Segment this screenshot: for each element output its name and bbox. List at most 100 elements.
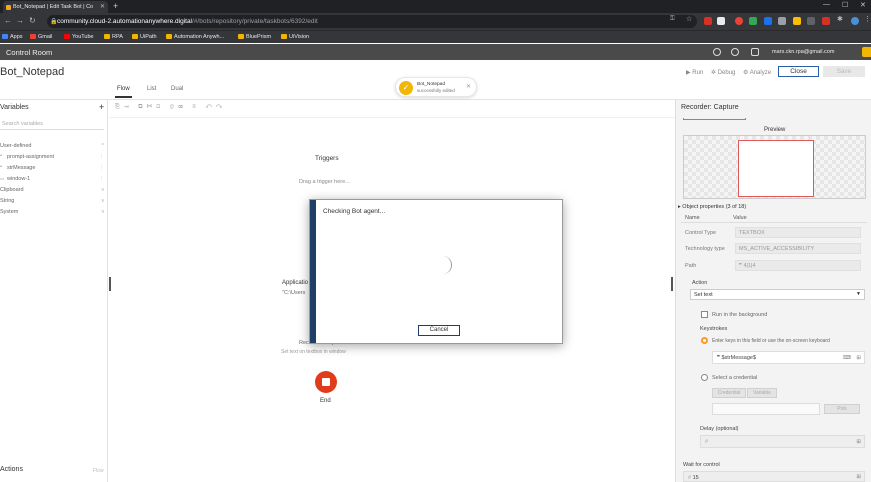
variable-picker-icon[interactable]: ⊞ bbox=[856, 355, 861, 361]
redo-icon[interactable]: ↷ bbox=[216, 104, 226, 110]
left-panel-resize-handle[interactable] bbox=[109, 277, 111, 291]
tab-close-icon[interactable]: ✕ bbox=[100, 3, 105, 10]
chevron-down-icon: v bbox=[101, 187, 105, 193]
indent-icon[interactable]: ⇥ bbox=[124, 104, 133, 110]
insert-icon[interactable]: ⎘ bbox=[115, 104, 124, 110]
run-button[interactable]: ▶ Run bbox=[686, 69, 703, 76]
save-button[interactable]: Save bbox=[823, 66, 865, 77]
comment-icon[interactable]: ≡ bbox=[192, 104, 200, 110]
section-clipboard[interactable]: Clipboard v bbox=[0, 187, 104, 193]
disable-icon[interactable]: ⊘ bbox=[170, 104, 178, 110]
bookmark-youtube[interactable]: YouTube bbox=[64, 34, 94, 40]
variable-tab[interactable]: Variable bbox=[747, 388, 777, 398]
credential-tab[interactable]: Credential bbox=[712, 388, 746, 398]
app-title[interactable]: Control Room bbox=[6, 48, 52, 57]
profile-avatar[interactable] bbox=[851, 17, 859, 25]
forward-icon[interactable]: → bbox=[16, 16, 24, 25]
extensions-puzzle-icon[interactable]: ✱ bbox=[837, 15, 845, 23]
tab-dual[interactable]: Dual bbox=[171, 86, 183, 92]
prop-value-field[interactable]: ❞ 4|1|4 bbox=[735, 260, 861, 271]
reload-icon[interactable]: ↻ bbox=[29, 16, 36, 25]
delay-input[interactable]: # ⊞ bbox=[700, 435, 865, 448]
bookmark-uipath[interactable]: UiPath bbox=[132, 34, 157, 40]
tab-flow[interactable]: Flow bbox=[115, 86, 132, 98]
back-icon[interactable]: ← bbox=[4, 16, 12, 25]
wait-for-control-input[interactable]: # 15 ⊞ bbox=[683, 471, 865, 482]
variables-search-input[interactable]: Search variables bbox=[0, 119, 104, 130]
keystrokes-radio[interactable] bbox=[701, 337, 708, 344]
run-in-background-checkbox[interactable] bbox=[701, 311, 708, 318]
address-bar[interactable]: 🔒 community.cloud-2.automationanywhere.d… bbox=[47, 15, 697, 28]
browser-menu-icon[interactable]: ⋮ bbox=[864, 15, 871, 23]
bookmark-star-icon[interactable]: ☆ bbox=[686, 15, 694, 23]
section-user-defined[interactable]: User-defined ^ bbox=[0, 143, 104, 149]
extension-icon[interactable] bbox=[793, 17, 801, 25]
folder-icon bbox=[104, 34, 110, 39]
user-icon[interactable] bbox=[751, 48, 759, 56]
application-node-title[interactable]: Applicatio bbox=[282, 280, 308, 286]
cut-icon[interactable]: ✂ bbox=[147, 104, 157, 110]
end-node[interactable] bbox=[315, 371, 337, 393]
prop-value-field[interactable]: TEXTBOX bbox=[735, 227, 861, 238]
debug-button[interactable]: ✲ Debug bbox=[711, 69, 735, 76]
extension-icon[interactable] bbox=[807, 17, 815, 25]
variable-item[interactable]: ▭ window-1 ⋮ bbox=[0, 176, 104, 182]
prop-name: Technology type bbox=[685, 246, 725, 252]
action-select[interactable]: Set text ▼ bbox=[690, 289, 865, 300]
bookmark-blueprism[interactable]: BluePrism bbox=[238, 34, 271, 40]
prop-value-field[interactable]: MS_ACTIVE_ACCESSIBILITY bbox=[735, 243, 861, 254]
undo-icon[interactable]: ↶ bbox=[205, 104, 215, 110]
credential-radio[interactable] bbox=[701, 374, 708, 381]
section-string[interactable]: String v bbox=[0, 198, 104, 204]
tab-list[interactable]: List bbox=[147, 86, 156, 92]
copy-icon[interactable]: ⧉ bbox=[138, 104, 146, 110]
properties-tab[interactable] bbox=[683, 118, 746, 120]
object-properties-toggle[interactable]: ▸ Object properties (3 of 18) bbox=[678, 204, 746, 210]
keystrokes-input[interactable]: ❞ $strMessage$ ⌨ ⊞ bbox=[712, 351, 865, 364]
actions-title[interactable]: Actions bbox=[0, 466, 23, 473]
analyze-button[interactable]: ⚙ Analyze bbox=[743, 69, 771, 76]
bookmark-rpa[interactable]: RPA bbox=[104, 34, 123, 40]
user-email[interactable]: mars.ckn.rpa@gmail.com bbox=[772, 49, 834, 55]
url-path: /#/bots/repository/private/taskbots/6392… bbox=[192, 18, 318, 25]
browser-tab[interactable]: Bot_Notepad | Edit Task Bot | Co ✕ bbox=[3, 1, 108, 13]
cancel-button[interactable]: Cancel bbox=[418, 325, 460, 336]
key-icon[interactable]: ⚿ bbox=[670, 16, 678, 24]
right-panel-resize-handle[interactable] bbox=[671, 277, 673, 291]
variable-picker-icon[interactable]: ⊞ bbox=[856, 439, 861, 445]
window-close-icon[interactable]: ✕ bbox=[860, 1, 866, 9]
more-icon[interactable]: ⋮ bbox=[99, 154, 104, 160]
maximize-icon[interactable]: ☐ bbox=[842, 1, 848, 9]
extension-icon[interactable] bbox=[822, 17, 830, 25]
variable-item[interactable]: ❞ prompt-assignment ⋮ bbox=[0, 154, 104, 160]
section-system[interactable]: System v bbox=[0, 209, 104, 215]
extension-icon[interactable] bbox=[749, 17, 757, 25]
bookmark-gmail[interactable]: Gmail bbox=[30, 34, 52, 40]
add-variable-icon[interactable]: + bbox=[99, 102, 104, 112]
new-tab-icon[interactable]: + bbox=[113, 1, 118, 11]
delete-icon[interactable]: ⌫ bbox=[178, 104, 187, 110]
extension-icon[interactable] bbox=[778, 17, 786, 25]
credential-input[interactable] bbox=[712, 403, 820, 415]
close-button[interactable]: Close bbox=[778, 66, 819, 77]
more-icon[interactable]: ⋮ bbox=[99, 165, 104, 171]
bookmark-automation-anywhere[interactable]: Automation Anywh... bbox=[166, 34, 224, 40]
paste-icon[interactable]: ⊡ bbox=[156, 104, 164, 110]
notification-badge-icon[interactable] bbox=[862, 47, 871, 57]
pick-button[interactable]: Pick bbox=[824, 404, 860, 414]
variable-item[interactable]: ❞ strMessage ⋮ bbox=[0, 165, 104, 171]
more-icon[interactable]: ⋮ bbox=[99, 176, 104, 182]
minimize-icon[interactable]: — bbox=[823, 1, 830, 8]
globe-icon[interactable] bbox=[731, 48, 739, 56]
help-icon[interactable] bbox=[713, 48, 721, 56]
toast-close-icon[interactable]: ✕ bbox=[466, 83, 471, 90]
drag-trigger-drop-zone[interactable]: Drag a trigger here... bbox=[299, 179, 350, 185]
extension-icon[interactable] bbox=[717, 17, 725, 25]
extension-icon[interactable] bbox=[735, 17, 743, 25]
keyboard-icon[interactable]: ⌨ bbox=[843, 355, 851, 361]
extension-icon[interactable] bbox=[764, 17, 772, 25]
extension-icon[interactable] bbox=[704, 17, 712, 25]
variable-picker-icon[interactable]: ⊞ bbox=[856, 474, 861, 480]
bookmark-uivision[interactable]: UiVision bbox=[281, 34, 309, 40]
bookmark-apps[interactable]: Apps bbox=[2, 34, 23, 40]
